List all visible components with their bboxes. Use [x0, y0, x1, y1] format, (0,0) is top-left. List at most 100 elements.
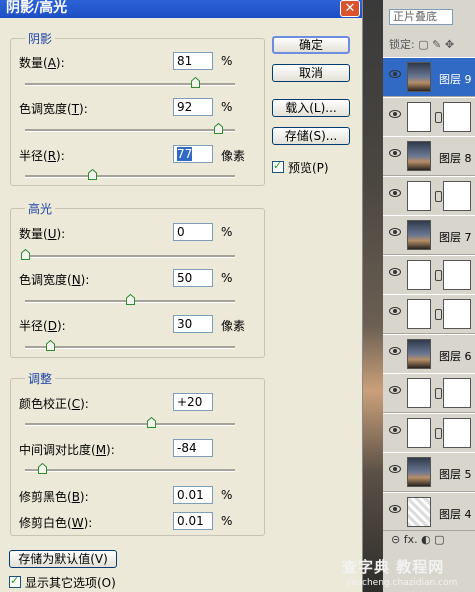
layer-row[interactable]: 图层 6 — [383, 333, 475, 374]
dialog-title: 阴影/高光 — [6, 0, 68, 16]
shadow-radius-slider[interactable] — [25, 169, 235, 180]
watermark-url: jiaocheng.chazidian.com — [346, 578, 458, 588]
layer-name: 图层 5 — [439, 468, 472, 481]
link-icon[interactable] — [435, 309, 442, 320]
shadow-tonal-width-slider[interactable] — [25, 123, 235, 134]
shadow-radius-thumb[interactable] — [88, 169, 98, 180]
load-button[interactable]: 载入(L)... — [272, 99, 350, 117]
eye-icon[interactable] — [389, 109, 401, 118]
save-as-default-button[interactable]: 存储为默认值(V) — [9, 550, 117, 568]
highlight-radius-thumb[interactable] — [46, 340, 56, 351]
layer-thumbnail — [407, 180, 431, 211]
layer-row[interactable] — [383, 254, 475, 295]
highlight-radius-unit: 像素 — [221, 319, 246, 333]
highlight-tonal-width-unit: % — [221, 271, 233, 285]
highlight-radius-input[interactable]: 30 — [173, 315, 213, 333]
link-icon[interactable] — [435, 388, 442, 399]
eye-icon[interactable] — [389, 149, 401, 157]
highlight-amount-unit: % — [221, 225, 233, 239]
shadow-radius-input[interactable]: 77 — [173, 145, 213, 163]
layer-thumbnail — [407, 220, 431, 250]
highlight-tonal-width-input[interactable]: 50 — [173, 269, 213, 287]
title-bar[interactable]: 阴影/高光 ✕ — [0, 0, 362, 18]
show-more-options-checkbox[interactable] — [9, 574, 21, 588]
highlight-radius-slider[interactable] — [25, 340, 235, 351]
layer-thumbnail — [407, 62, 431, 92]
shadow-radius-value: 77 — [177, 147, 193, 161]
black-clip-unit: % — [221, 488, 233, 502]
eye-icon[interactable] — [389, 307, 401, 315]
eye-icon[interactable] — [389, 504, 401, 513]
color-correction-input[interactable]: +20 — [173, 393, 213, 411]
shadow-tonal-width-thumb[interactable] — [214, 123, 224, 134]
layer-row[interactable] — [383, 373, 475, 413]
eye-icon[interactable] — [389, 386, 401, 394]
highlight-amount-label: 数量(U): — [19, 227, 66, 241]
shadow-radius-label: 半径(R): — [19, 149, 65, 163]
eye-icon[interactable] — [389, 465, 401, 473]
layer-row[interactable] — [383, 412, 475, 453]
eye-icon[interactable] — [389, 267, 401, 276]
shadow-amount-label: 数量(A): — [19, 56, 65, 70]
eye-icon[interactable] — [389, 188, 401, 197]
layer-row[interactable] — [383, 294, 475, 334]
black-clip-input[interactable]: 0.01 — [173, 486, 213, 504]
layer-thumbnail — [407, 101, 431, 132]
lock-label: 锁定: — [389, 38, 415, 51]
shadow-tonal-width-label: 色调宽度(T): — [19, 102, 88, 116]
shadow-tonal-width-input[interactable]: 92 — [173, 98, 213, 116]
midtone-contrast-slider[interactable] — [25, 463, 235, 474]
cancel-button[interactable]: 取消 — [272, 64, 350, 82]
link-icon[interactable] — [435, 427, 442, 439]
link-icon[interactable] — [435, 190, 442, 202]
layer-row[interactable]: 图层 9 — [383, 57, 475, 97]
shadow-amount-input[interactable]: 81 — [173, 52, 213, 70]
lock-icons[interactable]: ▢ ✎ ✥ — [418, 38, 454, 51]
layer-thumbnail — [407, 496, 431, 527]
highlight-tonal-width-label: 色调宽度(N): — [19, 273, 90, 287]
ok-button[interactable]: 确定 — [272, 36, 350, 54]
midtone-contrast-input[interactable]: -84 — [173, 439, 213, 457]
color-correction-thumb[interactable] — [147, 417, 156, 428]
layer-row[interactable]: 图层 4 — [383, 491, 475, 532]
eye-icon[interactable] — [389, 228, 401, 236]
midtone-contrast-thumb[interactable] — [37, 463, 47, 474]
lock-row: 锁定: ▢ ✎ ✥ — [389, 36, 454, 52]
layer-thumbnail — [407, 141, 431, 171]
white-clip-label: 修剪白色(W): — [19, 516, 93, 530]
layer-thumbnail — [407, 338, 431, 369]
close-button[interactable]: ✕ — [340, 0, 360, 17]
white-clip-unit: % — [221, 514, 233, 528]
layer-mask-thumbnail — [443, 417, 471, 448]
highlight-tonal-width-slider[interactable] — [25, 294, 235, 305]
show-more-options-label: 显示其它选项(O) — [25, 576, 116, 590]
save-button[interactable]: 存储(S)... — [272, 127, 350, 145]
link-icon[interactable] — [435, 111, 442, 123]
eye-icon[interactable] — [389, 346, 401, 355]
shadow-amount-slider[interactable] — [25, 77, 235, 88]
shadow-amount-thumb[interactable] — [191, 77, 201, 88]
eye-icon[interactable] — [389, 425, 401, 434]
highlight-amount-input[interactable]: 0 — [173, 223, 213, 241]
highlight-amount-slider[interactable] — [21, 249, 235, 260]
watermark-main: 查字典 教程网 — [342, 558, 445, 576]
layer-row[interactable] — [383, 96, 475, 137]
preview-checkbox[interactable] — [272, 159, 284, 173]
layer-thumbnail — [407, 417, 431, 448]
layer-row[interactable] — [383, 175, 475, 216]
white-clip-input[interactable]: 0.01 — [173, 512, 213, 530]
blend-mode-select[interactable]: 正片叠底 — [389, 9, 453, 25]
layer-row[interactable]: 图层 5 — [383, 452, 475, 492]
layer-name: 图层 7 — [439, 231, 472, 244]
layer-row[interactable]: 图层 7 — [383, 215, 475, 255]
layer-row[interactable]: 图层 8 — [383, 136, 475, 176]
layer-mask-thumbnail — [443, 101, 471, 132]
eye-icon[interactable] — [389, 70, 401, 78]
layer-thumbnail — [407, 259, 431, 290]
highlight-tonal-width-thumb[interactable] — [126, 294, 135, 305]
color-correction-slider[interactable] — [25, 417, 235, 428]
midtone-contrast-label: 中间调对比度(M): — [19, 443, 115, 457]
highlight-amount-thumb[interactable] — [21, 249, 30, 260]
link-icon[interactable] — [435, 269, 442, 281]
layers-footer-icons[interactable]: ⊝ fx. ◐ ▢ — [391, 533, 445, 546]
